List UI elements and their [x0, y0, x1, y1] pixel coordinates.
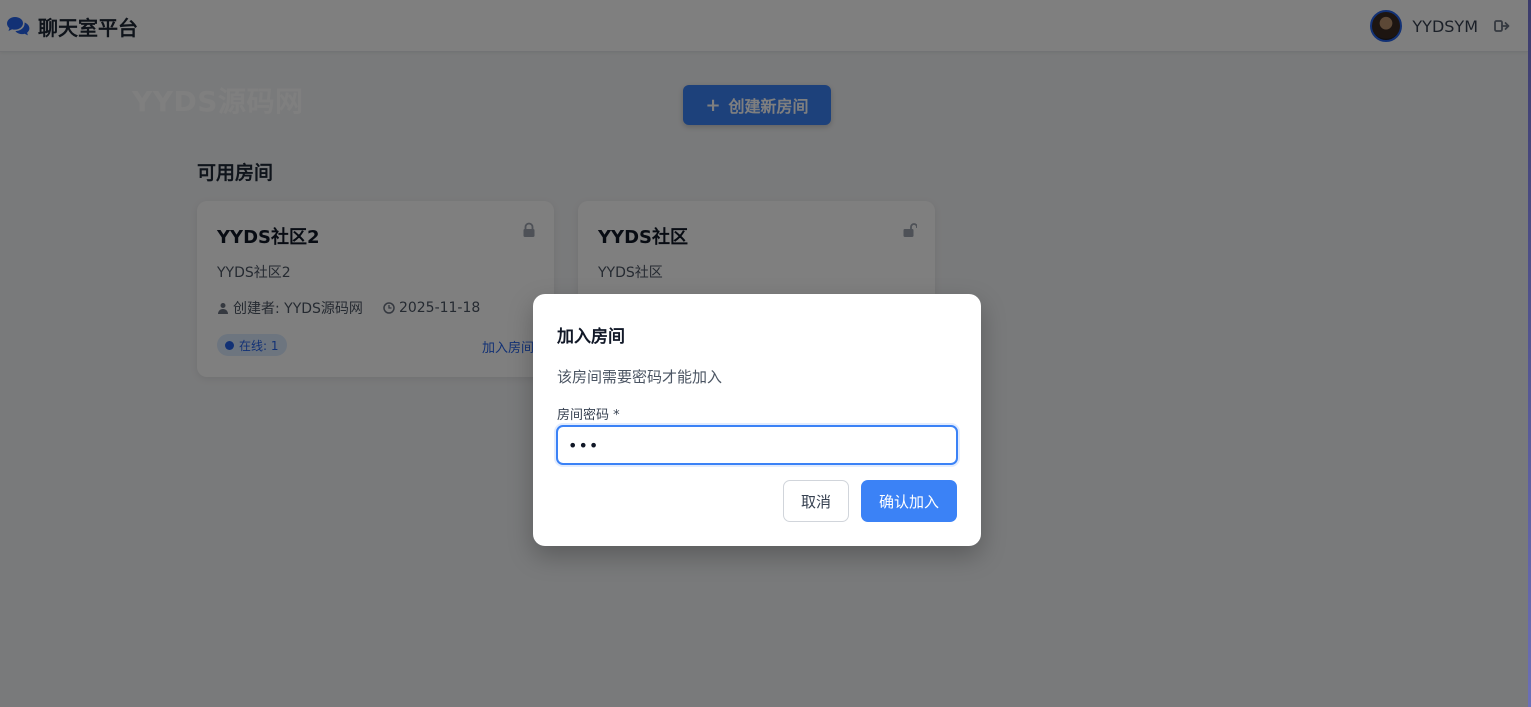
cancel-button[interactable]: 取消 — [783, 480, 849, 522]
modal-description: 该房间需要密码才能加入 — [557, 368, 723, 386]
modal-title: 加入房间 — [557, 327, 625, 347]
join-room-modal: 加入房间 该房间需要密码才能加入 房间密码 * 取消 确认加入 — [533, 294, 981, 546]
confirm-join-button[interactable]: 确认加入 — [861, 480, 957, 522]
password-label: 房间密码 * — [557, 408, 620, 423]
room-password-input[interactable] — [556, 425, 958, 465]
